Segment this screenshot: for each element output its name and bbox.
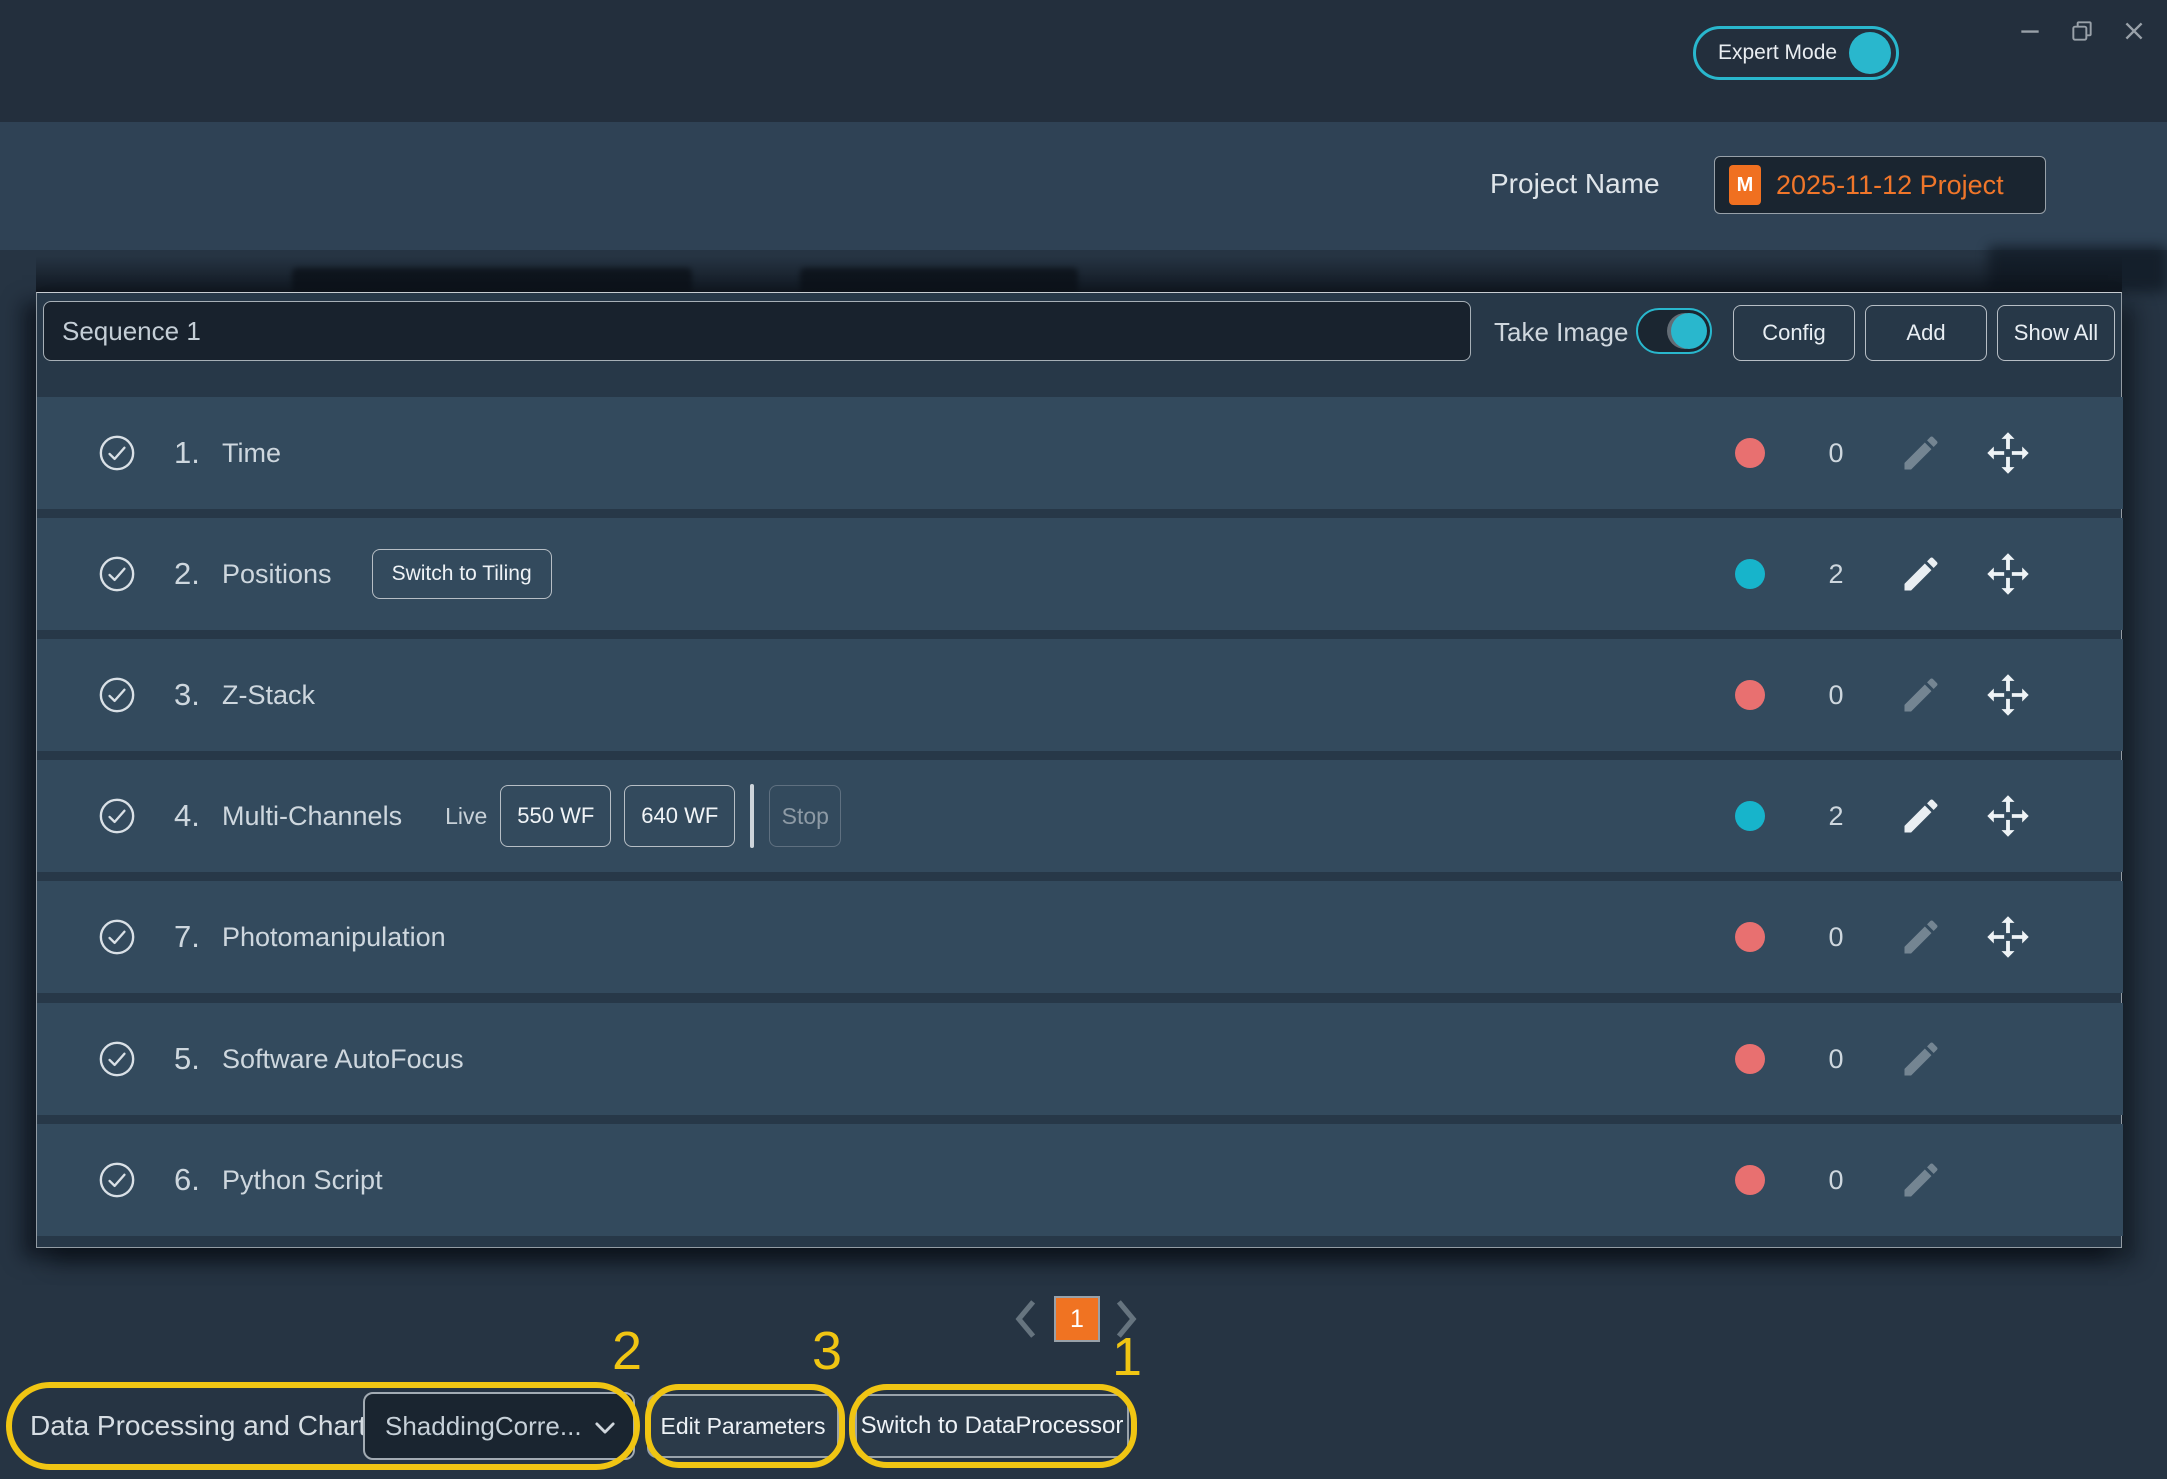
row-label: Z-Stack: [222, 680, 315, 711]
move-handle-icon[interactable]: [1985, 672, 2031, 718]
row-number: 2.: [174, 556, 220, 592]
project-name-field[interactable]: M 2025-11-12 Project: [1714, 156, 2046, 214]
row-count: 0: [1801, 438, 1871, 469]
sequence-row: 2. Positions Switch to Tiling 2: [37, 518, 2123, 630]
expert-mode-toggle[interactable]: Expert Mode: [1693, 26, 1899, 80]
enabled-check-icon[interactable]: [98, 676, 136, 714]
take-image-label: Take Image: [1494, 317, 1628, 348]
expert-mode-label: Expert Mode: [1718, 41, 1837, 65]
expert-mode-knob: [1849, 32, 1891, 74]
status-dot: [1735, 1165, 1765, 1195]
channel-button[interactable]: 550 WF: [500, 785, 611, 847]
edit-pencil-icon[interactable]: [1899, 673, 1943, 717]
enabled-check-icon[interactable]: [98, 1161, 136, 1199]
show-all-button[interactable]: Show All: [1997, 305, 2115, 361]
row-number: 4.: [174, 798, 220, 834]
app-window: Expert Mode Project Name M 2025-11-12 Pr…: [0, 0, 2167, 1479]
row-count: 2: [1801, 559, 1871, 590]
stop-button[interactable]: Stop: [769, 785, 841, 847]
row-label: Multi-Channels: [222, 801, 402, 832]
row-count: 0: [1801, 680, 1871, 711]
current-page[interactable]: 1: [1054, 1296, 1100, 1342]
window-controls: [2015, 16, 2149, 46]
take-image-toggle[interactable]: [1636, 308, 1712, 354]
sequence-row: 4. Multi-Channels Live 550 WF 640 WF Sto…: [37, 760, 2123, 872]
sequence-panel: Take Image Config Add Show All 1. Time 0: [36, 292, 2122, 1248]
row-label: Software AutoFocus: [222, 1044, 464, 1075]
enabled-check-icon[interactable]: [98, 797, 136, 835]
edit-pencil-icon[interactable]: [1899, 1158, 1943, 1202]
config-button[interactable]: Config: [1733, 305, 1855, 361]
page-prev-icon[interactable]: [1012, 1297, 1042, 1341]
status-dot: [1735, 680, 1765, 710]
project-name-value: 2025-11-12 Project: [1776, 170, 2004, 201]
add-button[interactable]: Add: [1865, 305, 1987, 361]
status-dot: [1735, 559, 1765, 589]
channel-button[interactable]: 640 WF: [624, 785, 735, 847]
sequence-name-input[interactable]: [43, 301, 1471, 361]
row-label: Time: [222, 438, 281, 469]
pagination: 1: [1012, 1296, 1142, 1342]
project-badge: M: [1729, 165, 1761, 205]
sequence-row: 1. Time 0: [37, 397, 2123, 509]
sequence-row: 7. Photomanipulation 0: [37, 881, 2123, 993]
page-next-icon[interactable]: [1112, 1297, 1142, 1341]
live-label: Live: [445, 803, 487, 830]
restore-icon[interactable]: [2067, 16, 2097, 46]
panel-top-shadow: [36, 256, 2122, 292]
row-number: 6.: [174, 1162, 220, 1198]
live-cluster: Live 550 WF 640 WF Stop: [445, 784, 841, 848]
row-number: 7.: [174, 919, 220, 955]
move-handle-icon[interactable]: [1985, 914, 2031, 960]
row-label: Python Script: [222, 1165, 383, 1196]
enabled-check-icon[interactable]: [98, 555, 136, 593]
take-image-knob: [1671, 313, 1707, 349]
edit-pencil-icon[interactable]: [1899, 1037, 1943, 1081]
data-processing-label: Data Processing and Charts: [30, 1410, 380, 1442]
sequence-row: 5. Software AutoFocus 0: [37, 1003, 2123, 1115]
row-count: 0: [1801, 922, 1871, 953]
processor-dropdown[interactable]: ShaddingCorre...: [363, 1392, 635, 1460]
sequence-row: 3. Z-Stack 0: [37, 639, 2123, 751]
edit-parameters-button[interactable]: Edit Parameters: [647, 1394, 839, 1458]
status-dot: [1735, 438, 1765, 468]
enabled-check-icon[interactable]: [98, 434, 136, 472]
project-name-label: Project Name: [1490, 168, 1660, 200]
row-count: 0: [1801, 1044, 1871, 1075]
row-number: 5.: [174, 1041, 220, 1077]
edit-pencil-icon[interactable]: [1899, 794, 1943, 838]
move-handle-icon[interactable]: [1985, 793, 2031, 839]
row-count: 0: [1801, 1165, 1871, 1196]
switch-to-tiling-button[interactable]: Switch to Tiling: [372, 549, 552, 599]
row-number: 1.: [174, 435, 220, 471]
enabled-check-icon[interactable]: [98, 918, 136, 956]
divider: [750, 784, 754, 848]
status-dot: [1735, 922, 1765, 952]
sequence-row: 6. Python Script 0: [37, 1124, 2123, 1236]
processor-dropdown-value: ShaddingCorre...: [385, 1411, 582, 1442]
sequence-rows: 1. Time 0: [37, 397, 2123, 1245]
status-dot: [1735, 1044, 1765, 1074]
edit-pencil-icon[interactable]: [1899, 431, 1943, 475]
chevron-down-icon: [591, 1414, 619, 1442]
annotation-number-2: 2: [612, 1320, 642, 1382]
status-dot: [1735, 801, 1765, 831]
move-handle-icon[interactable]: [1985, 551, 2031, 597]
switch-to-dataprocessor-button[interactable]: Switch to DataProcessor: [855, 1394, 1129, 1458]
enabled-check-icon[interactable]: [98, 1040, 136, 1078]
close-icon[interactable]: [2119, 16, 2149, 46]
titlebar: Expert Mode: [0, 0, 2167, 122]
row-label: Positions: [222, 559, 332, 590]
row-number: 3.: [174, 677, 220, 713]
edit-pencil-icon[interactable]: [1899, 552, 1943, 596]
row-count: 2: [1801, 801, 1871, 832]
row-label: Photomanipulation: [222, 922, 446, 953]
edit-pencil-icon[interactable]: [1899, 915, 1943, 959]
move-handle-icon[interactable]: [1985, 430, 2031, 476]
annotation-number-3: 3: [812, 1320, 842, 1382]
minimize-icon[interactable]: [2015, 16, 2045, 46]
